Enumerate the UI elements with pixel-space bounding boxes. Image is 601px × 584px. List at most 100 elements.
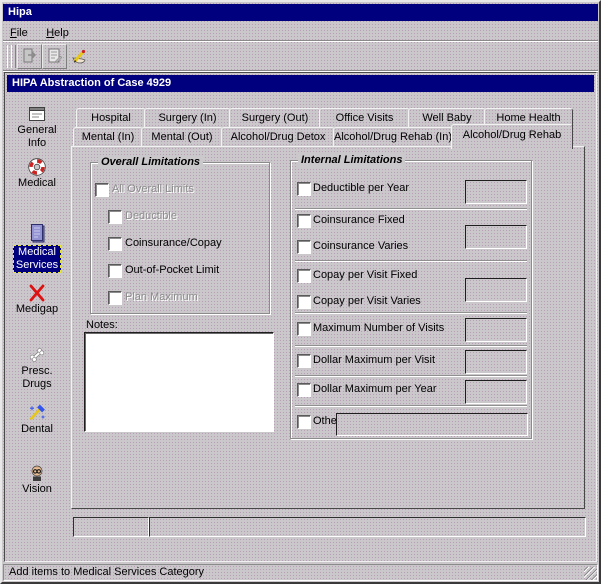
checkbox-label: Copay per Visit Varies <box>313 295 421 308</box>
sidebar-item-medigap[interactable]: Medigap <box>8 283 66 316</box>
sidebar-selected-label: Medical Services <box>13 245 61 273</box>
hand-pencil-button[interactable] <box>66 44 91 69</box>
tab-alcohol-drug-rehab-in[interactable]: Alcohol/Drug Rehab (In) <box>333 127 453 148</box>
exit-button[interactable] <box>17 44 42 69</box>
toolbar-gripper[interactable] <box>11 45 16 68</box>
checkbox-deductible[interactable] <box>108 210 122 224</box>
checkbox-label: Coinsurance Varies <box>313 240 408 253</box>
field-dollar-maximum-per-visit[interactable] <box>465 350 527 374</box>
tab-alcohol-drug-detox-in[interactable]: Alcohol/Drug Detox (In) <box>221 127 335 148</box>
checkbox-all-overall-limits[interactable] <box>95 183 109 197</box>
tab-mental-out[interactable]: Mental (Out) <box>141 127 223 148</box>
field-copay-per-visit[interactable] <box>465 278 527 302</box>
checkbox-label: Deductible per Year <box>313 182 409 195</box>
sidebar-label: Medigap <box>8 303 66 316</box>
internal-limitations-group: Internal Limitations Deductible per Year… <box>290 160 532 439</box>
checkbox-coinsurance-fixed[interactable] <box>297 214 311 228</box>
checkbox-maximum-number-of-visits[interactable] <box>297 322 311 336</box>
row-separator <box>295 208 527 210</box>
row-separator <box>295 405 527 407</box>
sidebar-label: Medical <box>8 177 66 190</box>
application-window: Hipa File Help <box>0 0 601 584</box>
field-other[interactable] <box>336 413 528 436</box>
toolbar <box>3 42 598 71</box>
row-separator <box>295 375 527 377</box>
field-dollar-maximum-per-year[interactable] <box>465 380 527 404</box>
case-window: HIPA Abstraction of Case 4929 General In… <box>4 72 597 562</box>
checkbox-label: Coinsurance/Copay <box>125 237 222 250</box>
notebook-icon <box>8 223 66 245</box>
tab-hospital[interactable]: Hospital <box>76 108 146 129</box>
case-window-title: HIPA Abstraction of Case 4929 <box>12 77 171 89</box>
notes-textarea[interactable] <box>84 332 274 432</box>
window-titlebar[interactable]: Hipa <box>3 4 598 21</box>
checkbox-copay-per-visit-varies[interactable] <box>297 295 311 309</box>
field-maximum-number-of-visits[interactable] <box>465 318 527 342</box>
row-separator <box>295 312 527 314</box>
sidebar-label: Info <box>8 137 66 150</box>
hand-pencil-icon <box>67 47 90 65</box>
sidebar-label: General <box>8 124 66 137</box>
sidebar-label: Presc. <box>8 365 66 378</box>
status-bar: Add items to Medical Services Category <box>3 564 598 581</box>
window-title: Hipa <box>8 6 32 18</box>
checkbox-dollar-maximum-per-visit[interactable] <box>297 354 311 368</box>
row-separator <box>295 345 527 347</box>
sidebar-item-presc-drugs[interactable]: Presc. Drugs <box>8 345 66 391</box>
sidebar-item-dental[interactable]: Dental <box>8 403 66 436</box>
checkbox-label: Deductible <box>125 210 177 223</box>
sidebar-item-general-info[interactable]: General Info <box>8 105 66 150</box>
form-edit-icon <box>43 47 66 65</box>
checkbox-plan-maximum[interactable] <box>108 291 122 305</box>
resize-grip[interactable] <box>584 567 597 580</box>
tab-mental-in[interactable]: Mental (In) <box>73 127 143 148</box>
row-separator <box>295 260 527 262</box>
tab-alcohol-drug-rehab-out[interactable]: Alcohol/Drug Rehab (Out) <box>451 124 573 149</box>
sidebar-label: Vision <box>8 483 66 496</box>
checkbox-label: Copay per Visit Fixed <box>313 269 417 282</box>
checkbox-copay-per-visit-fixed[interactable] <box>297 269 311 283</box>
group-title: Internal Limitations <box>298 154 405 167</box>
checkbox-coinsurance-varies[interactable] <box>297 240 311 254</box>
tab-page: Overall Limitations All Overall Limits D… <box>71 146 585 509</box>
menu-help[interactable]: Help <box>39 25 76 41</box>
bone-icon <box>8 345 66 365</box>
checkbox-out-of-pocket-limit[interactable] <box>108 264 122 278</box>
group-title: Overall Limitations <box>98 156 203 169</box>
form-edit-button[interactable] <box>42 44 67 69</box>
checkbox-label: Maximum Number of Visits <box>313 322 444 335</box>
checkbox-label: Plan Maximum <box>125 291 198 304</box>
sidebar-item-medical-services[interactable]: Medical Services <box>8 223 66 273</box>
tab-surgery-out[interactable]: Surgery (Out) <box>229 108 321 129</box>
tab-office-visits[interactable]: Office Visits <box>319 108 410 129</box>
checkbox-label: Coinsurance Fixed <box>313 214 405 227</box>
checkbox-label: Out-of-Pocket Limit <box>125 264 219 277</box>
form-icon <box>8 105 66 124</box>
status-text: Add items to Medical Services Category <box>9 566 204 578</box>
face-glasses-icon <box>8 463 66 483</box>
case-window-titlebar[interactable]: HIPA Abstraction of Case 4929 <box>7 75 594 92</box>
exit-icon <box>18 47 41 65</box>
checkbox-deductible-per-year[interactable] <box>297 182 311 196</box>
checkbox-label: Dollar Maximum per Visit <box>313 354 435 367</box>
field-coinsurance[interactable] <box>465 225 527 249</box>
checkbox-dollar-maximum-per-year[interactable] <box>297 383 311 397</box>
red-x-icon <box>8 283 66 303</box>
bottom-panel-wide <box>149 517 586 537</box>
menu-bar: File Help <box>3 23 598 40</box>
sidebar-label: Drugs <box>8 378 66 391</box>
sidebar-label: Dental <box>8 423 66 436</box>
sidebar-item-medical[interactable]: Medical <box>8 157 66 190</box>
checkbox-other[interactable] <box>297 415 311 429</box>
checkbox-label: Dollar Maximum per Year <box>313 383 437 396</box>
field-deductible-per-year[interactable] <box>465 180 527 204</box>
notes-label: Notes: <box>86 319 118 332</box>
bottom-panel-small <box>73 517 149 537</box>
toothbrush-icon <box>8 403 66 423</box>
tab-surgery-in[interactable]: Surgery (In) <box>144 108 231 129</box>
overall-limitations-group: Overall Limitations All Overall Limits D… <box>90 162 270 314</box>
checkbox-coinsurance-copay[interactable] <box>108 237 122 251</box>
life-preserver-icon <box>8 157 66 177</box>
sidebar-item-vision[interactable]: Vision <box>8 463 66 496</box>
menu-file[interactable]: File <box>3 25 35 41</box>
